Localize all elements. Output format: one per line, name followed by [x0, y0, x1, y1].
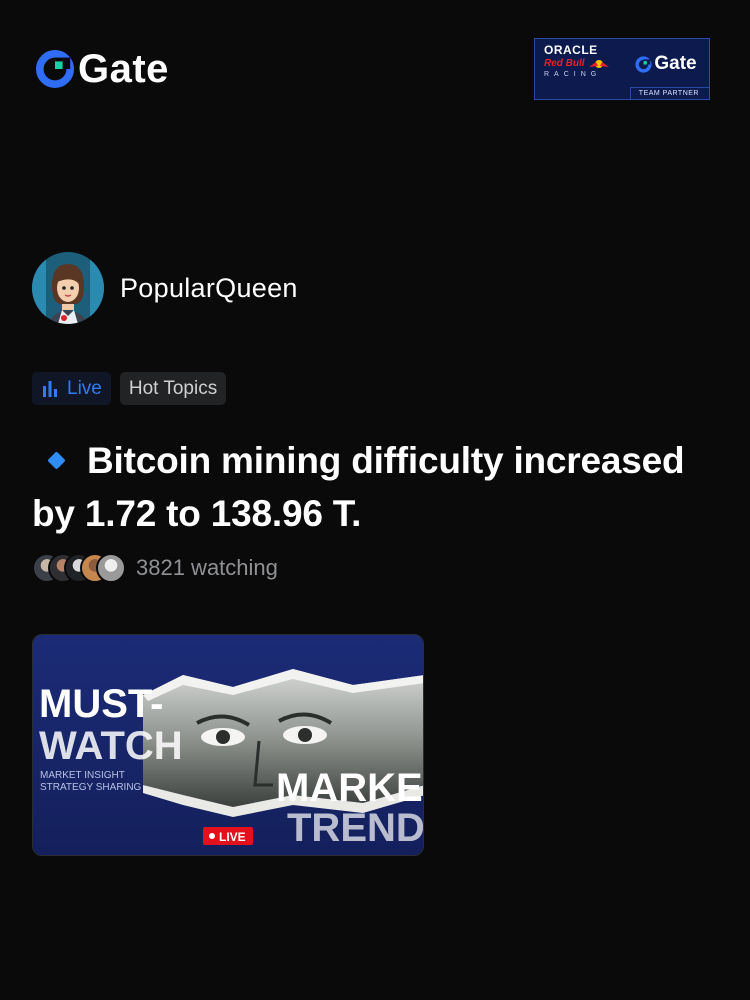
- racing-wordmark: RACING: [544, 71, 602, 78]
- username[interactable]: PopularQueen: [120, 273, 298, 304]
- hot-topics-label: Hot Topics: [128, 377, 218, 399]
- live-dot-icon: [209, 833, 215, 839]
- live-tag-label: Live: [67, 377, 102, 399]
- viewer-avatar: [96, 553, 126, 583]
- viewer-count: 3821 watching: [32, 553, 278, 583]
- headline-watch: WATCH: [39, 724, 183, 768]
- author-row[interactable]: PopularQueen: [32, 252, 298, 324]
- gate-logo[interactable]: Gate: [36, 47, 169, 91]
- tag-row: Live Hot Topics: [32, 372, 227, 405]
- oracle-wordmark: ORACLE: [544, 43, 598, 57]
- team-partner-badge: ORACLE Red Bull RACING Gate TEAM PARTNER: [534, 38, 710, 100]
- live-stream-thumbnail[interactable]: MUST- WATCH MARKET INSIGHT STRATEGY SHAR…: [32, 634, 424, 856]
- bull-icon: [588, 59, 609, 68]
- thumbnail-art: MUST- WATCH MARKET INSIGHT STRATEGY SHAR…: [33, 635, 424, 855]
- headline-text: Bitcoin mining difficulty increased by 1…: [32, 440, 685, 534]
- viewer-avatars: [32, 553, 126, 583]
- live-badge-label: LIVE: [219, 830, 246, 844]
- brand-name: Gate: [78, 47, 169, 91]
- avatar[interactable]: [32, 252, 104, 324]
- subline-strategy: STRATEGY SHARING: [40, 782, 142, 793]
- bar-chart-icon: [43, 380, 57, 397]
- hot-topics-tag[interactable]: Hot Topics: [119, 372, 227, 405]
- diamond-icon: [47, 451, 66, 470]
- headline-must: MUST-: [39, 682, 163, 726]
- avatar-illustration: [32, 252, 104, 324]
- redbull-wordmark: Red Bull: [544, 58, 585, 69]
- gate-mini-icon: [635, 55, 652, 73]
- team-partner-label: TEAM PARTNER: [629, 87, 709, 99]
- headline-trends: TRENDS: [287, 806, 424, 850]
- watching-count: 3821 watching: [136, 555, 278, 580]
- subline-insight: MARKET INSIGHT: [40, 770, 125, 781]
- post-headline[interactable]: Bitcoin mining difficulty increased by 1…: [32, 434, 712, 540]
- partner-gate-text: Gate: [654, 53, 697, 74]
- live-tag[interactable]: Live: [32, 372, 111, 405]
- headline-market: MARKET: [276, 766, 424, 810]
- gate-logo-icon: [36, 50, 74, 88]
